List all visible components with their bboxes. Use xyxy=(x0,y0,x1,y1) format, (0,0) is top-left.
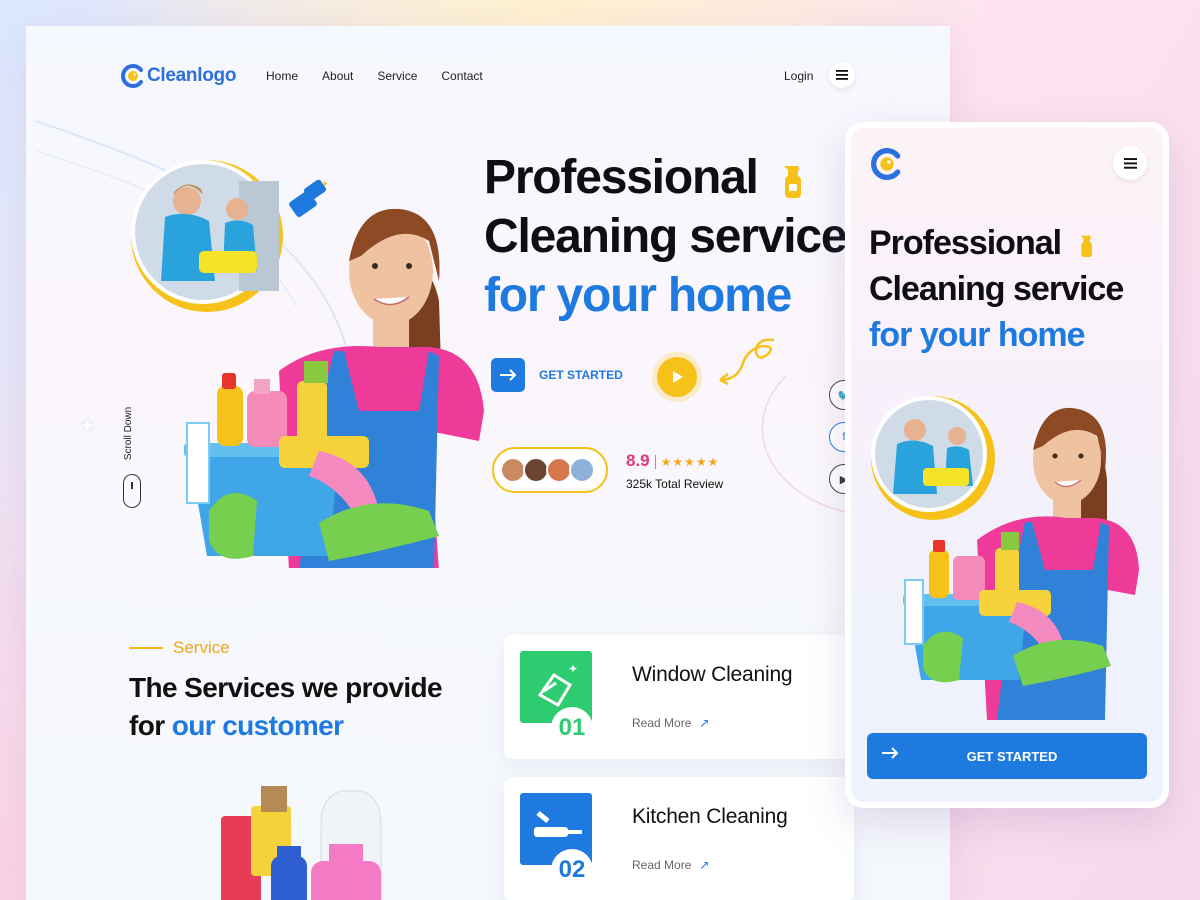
arrow-button[interactable] xyxy=(491,358,525,392)
glove-icon: ✦ xyxy=(289,179,329,218)
nav-item-contact[interactable]: Contact xyxy=(441,69,482,83)
logo-icon[interactable] xyxy=(871,148,903,180)
rating-score: 8.9 xyxy=(626,451,650,470)
brand-logo[interactable]: Cleanlogo xyxy=(121,64,236,88)
scroll-down-indicator[interactable]: Scroll Down xyxy=(122,406,142,516)
nav-item-about[interactable]: About xyxy=(322,69,353,83)
mobile-title-line2: Cleaning service xyxy=(869,270,1124,308)
arrow-right-icon xyxy=(500,369,517,381)
service-card[interactable]: ✦ 01 Window Cleaning Read More ↗ xyxy=(504,635,854,759)
read-more-label: Read More xyxy=(632,858,692,872)
read-more-link[interactable]: Read More ↗ xyxy=(632,716,709,730)
arrow-up-right-icon: ↗ xyxy=(699,858,710,872)
service-title: Kitchen Cleaning xyxy=(632,805,788,828)
mouse-icon xyxy=(123,474,141,508)
mobile-hero-title: Professional Cleaning service for your h… xyxy=(869,220,1124,358)
brand-name: Cleanlogo xyxy=(147,65,237,86)
mobile-menu-button[interactable] xyxy=(1113,146,1147,180)
svg-text:✦: ✦ xyxy=(321,180,329,190)
services-heading-highlight: our customer xyxy=(171,710,344,741)
service-tag: Service xyxy=(129,638,230,658)
service-tag-label: Service xyxy=(173,638,230,657)
mobile-title-line1: Professional xyxy=(869,224,1062,262)
sparkle-icon: ✦ xyxy=(80,416,96,436)
curly-arrow-icon xyxy=(719,338,775,386)
mobile-get-started-label: GET STARTED xyxy=(966,749,1058,764)
cleaning-supplies-image xyxy=(221,786,382,900)
login-link[interactable]: Login xyxy=(784,69,813,83)
mobile-page: Professional Cleaning service for your h… xyxy=(845,122,1169,808)
services-heading: The Services we provide for our customer xyxy=(129,669,443,745)
read-more-link[interactable]: Read More ↗ xyxy=(632,858,709,872)
get-started-label: GET STARTED xyxy=(539,368,623,382)
services-heading-prefix: for xyxy=(129,710,172,741)
services-heading-line1: The Services we provide xyxy=(129,672,443,703)
hero-cleaner-photo: ✦ xyxy=(131,160,484,571)
service-title: Window Cleaning xyxy=(632,663,793,686)
arrow-up-right-icon: ↗ xyxy=(699,716,710,730)
scroll-down-label: Scroll Down xyxy=(123,406,135,461)
mobile-title-line3: for your home xyxy=(869,316,1086,354)
service-number: 02 xyxy=(551,849,593,891)
main-menu: Home About Service Contact xyxy=(266,69,507,83)
nav-item-home[interactable]: Home xyxy=(266,69,298,83)
mobile-get-started-button[interactable]: GET STARTED xyxy=(867,733,1147,779)
menu-button[interactable] xyxy=(829,62,855,88)
spray-bottle-icon xyxy=(1080,235,1092,258)
mobile-hero-photo xyxy=(871,396,1139,720)
review-count: 325k Total Review xyxy=(626,477,724,491)
svg-text:✦: ✦ xyxy=(568,662,578,676)
logo-icon xyxy=(121,64,143,88)
read-more-label: Read More xyxy=(632,716,692,730)
play-icon xyxy=(673,371,683,383)
nav-item-service[interactable]: Service xyxy=(377,69,417,83)
hamburger-icon xyxy=(836,70,848,80)
hero-title-line1: Professional xyxy=(484,151,759,204)
spray-bottle-icon xyxy=(783,166,801,199)
play-video-button[interactable] xyxy=(657,357,697,397)
customer-avatars xyxy=(492,447,608,493)
desktop-page: Cleanlogo Home About Service Contact Log… xyxy=(26,26,950,900)
service-card[interactable]: 02 Kitchen Cleaning Read More ↗ xyxy=(504,777,854,900)
service-number: 01 xyxy=(551,707,593,749)
rating-stars: ★★★★★ xyxy=(660,455,720,469)
hamburger-icon xyxy=(1123,157,1137,169)
rating-block: 8.9 ★★★★★ 325k Total Review xyxy=(626,451,723,491)
get-started-button[interactable]: GET STARTED xyxy=(491,358,623,392)
avatar xyxy=(569,457,595,483)
